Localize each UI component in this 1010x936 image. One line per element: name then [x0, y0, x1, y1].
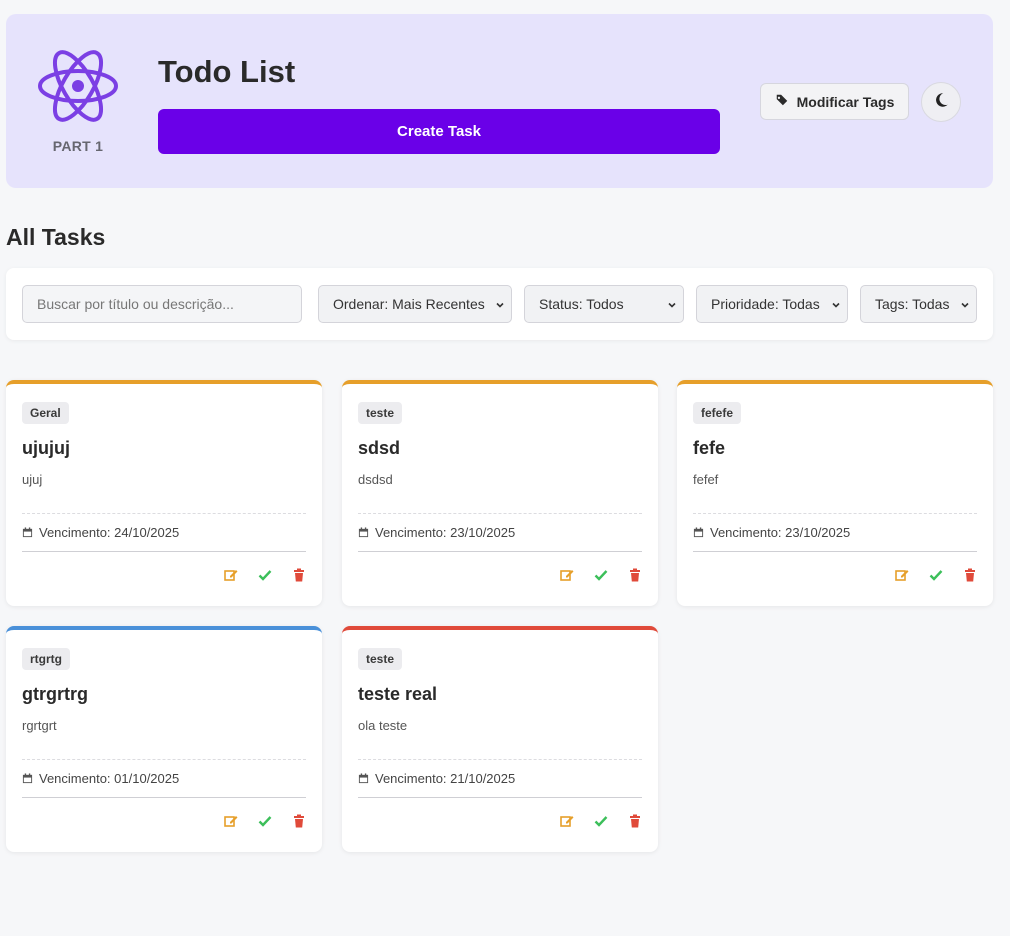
edit-icon[interactable]	[560, 568, 574, 582]
task-title: sdsd	[358, 438, 401, 458]
task-description: fefef	[693, 472, 719, 487]
complete-check-icon[interactable]	[929, 568, 943, 582]
calendar-icon	[22, 527, 33, 538]
chevron-down-icon	[668, 302, 676, 308]
task-card: rtgrtg gtrgrtrg rgrtgrt Vencimento: 01/1…	[6, 626, 322, 852]
edit-icon[interactable]	[224, 814, 238, 828]
task-due-text: Vencimento: 01/10/2025	[39, 771, 180, 786]
complete-check-icon[interactable]	[594, 814, 608, 828]
edit-icon[interactable]	[224, 568, 238, 582]
create-task-button[interactable]: Create Task	[158, 109, 720, 154]
delete-trash-icon[interactable]	[963, 568, 977, 582]
modify-tags-button[interactable]: Modificar Tags	[760, 83, 909, 120]
task-tag: rtgrtg	[22, 648, 70, 670]
card-divider	[358, 797, 642, 798]
calendar-icon	[22, 773, 33, 784]
chevron-down-icon	[961, 302, 969, 308]
calendar-icon	[693, 527, 704, 538]
delete-trash-icon[interactable]	[628, 568, 642, 582]
task-card: teste teste real ola teste Vencimento: 2…	[342, 626, 658, 852]
task-title: gtrgrtrg	[22, 684, 88, 704]
card-divider	[22, 551, 306, 552]
task-title: ujujuj	[22, 438, 70, 458]
card-divider	[358, 513, 642, 514]
section-title: All Tasks	[6, 224, 106, 250]
task-title: fefe	[693, 438, 726, 458]
task-actions	[895, 568, 977, 582]
delete-trash-icon[interactable]	[628, 814, 642, 828]
edit-icon[interactable]	[560, 814, 574, 828]
app-title: Todo List	[158, 54, 296, 89]
sort-select[interactable]: Ordenar: Mais Recentes	[318, 285, 512, 323]
card-divider	[22, 759, 306, 760]
status-select[interactable]: Status: Todos	[524, 285, 684, 323]
task-actions	[560, 814, 642, 828]
app-header: PART 1 Todo List Create Task Modificar T…	[6, 14, 993, 188]
card-divider	[358, 551, 642, 552]
tags-select[interactable]: Tags: Todas	[860, 285, 977, 323]
task-actions	[224, 568, 306, 582]
task-actions	[560, 568, 642, 582]
priority-select[interactable]: Prioridade: Todas	[696, 285, 848, 323]
filter-bar: Ordenar: Mais Recentes Status: Todos Pri…	[6, 268, 993, 340]
task-tag: Geral	[22, 402, 69, 424]
sort-select-value: Ordenar: Mais Recentes	[333, 296, 485, 312]
theme-toggle-button[interactable]	[921, 82, 961, 122]
task-tag: fefefe	[693, 402, 742, 424]
task-due-text: Vencimento: 24/10/2025	[39, 525, 180, 540]
calendar-icon	[358, 527, 369, 538]
calendar-icon	[358, 773, 369, 784]
delete-trash-icon[interactable]	[292, 814, 306, 828]
card-divider	[358, 759, 642, 760]
task-due-date: Vencimento: 24/10/2025	[22, 525, 179, 540]
card-divider	[693, 513, 977, 514]
task-card: fefefe fefe fefef Vencimento: 23/10/2025	[677, 380, 993, 606]
complete-check-icon[interactable]	[258, 568, 272, 582]
react-atom-logo	[36, 48, 120, 124]
tags-select-value: Tags: Todas	[875, 296, 950, 312]
task-due-text: Vencimento: 23/10/2025	[710, 525, 851, 540]
card-divider	[693, 551, 977, 552]
chevron-down-icon	[496, 302, 504, 308]
task-tag: teste	[358, 402, 403, 424]
search-input[interactable]	[22, 285, 302, 323]
task-actions	[224, 814, 306, 828]
task-description: dsdsd	[358, 472, 393, 487]
moon-icon	[932, 91, 950, 114]
task-due-date: Vencimento: 23/10/2025	[693, 525, 850, 540]
chevron-down-icon	[832, 302, 840, 308]
task-description: rgrtgrt	[22, 718, 57, 733]
task-card: Geral ujujuj ujuj Vencimento: 24/10/2025	[6, 380, 322, 606]
tags-icon	[775, 93, 789, 110]
edit-icon[interactable]	[895, 568, 909, 582]
task-due-text: Vencimento: 23/10/2025	[375, 525, 516, 540]
task-due-date: Vencimento: 23/10/2025	[358, 525, 515, 540]
delete-trash-icon[interactable]	[292, 568, 306, 582]
priority-select-value: Prioridade: Todas	[711, 296, 820, 312]
status-select-value: Status: Todos	[539, 296, 624, 312]
task-due-date: Vencimento: 21/10/2025	[358, 771, 515, 786]
modify-tags-label: Modificar Tags	[796, 93, 895, 110]
card-divider	[22, 797, 306, 798]
task-due-date: Vencimento: 01/10/2025	[22, 771, 179, 786]
complete-check-icon[interactable]	[258, 814, 272, 828]
task-card: teste sdsd dsdsd Vencimento: 23/10/2025	[342, 380, 658, 606]
task-tag: teste	[358, 648, 403, 670]
complete-check-icon[interactable]	[594, 568, 608, 582]
card-divider	[22, 513, 306, 514]
task-title: teste real	[358, 684, 438, 704]
task-due-text: Vencimento: 21/10/2025	[375, 771, 516, 786]
task-description: ola teste	[358, 718, 408, 733]
task-description: ujuj	[22, 472, 43, 487]
part-label: PART 1	[52, 138, 104, 154]
